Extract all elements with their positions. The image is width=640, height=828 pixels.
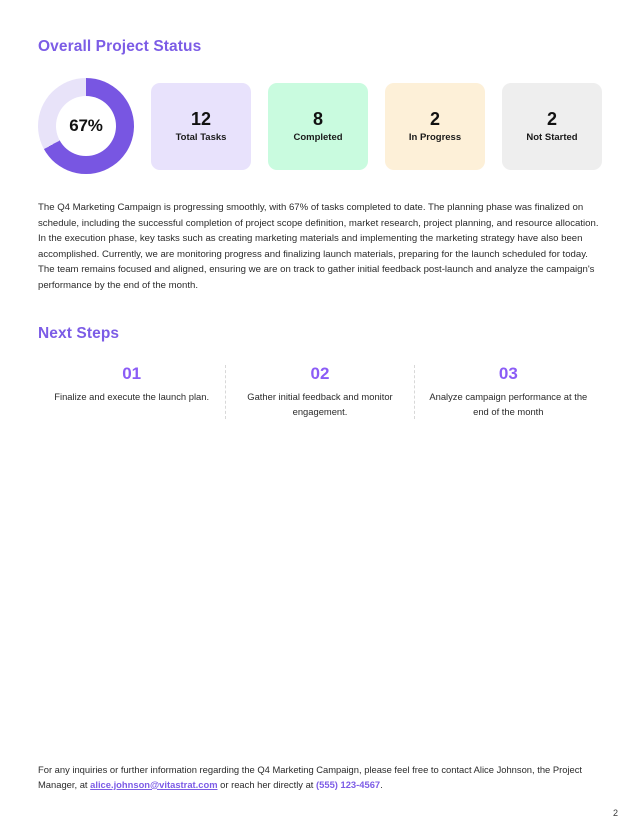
stat-card-list: 12 Total Tasks 8 Completed 2 In Progress… — [151, 82, 602, 170]
overall-status-section-header: Overall Project Status — [38, 0, 602, 56]
step-number: 03 — [498, 363, 518, 383]
donut-percent-label: 67% — [69, 116, 103, 135]
next-steps-list: 01 Finalize and execute the launch plan.… — [38, 363, 602, 419]
contact-phone-link[interactable]: (555) 123-4567 — [316, 779, 380, 790]
stat-card-not-started: 2 Not Started — [502, 82, 602, 170]
footer-text-after: . — [380, 778, 383, 790]
stat-value: 2 — [429, 108, 440, 129]
next-step-item: 01 Finalize and execute the launch plan. — [38, 363, 225, 419]
step-number: 01 — [122, 363, 142, 383]
next-step-item: 02 Gather initial feedback and monitor e… — [225, 363, 413, 419]
donut-center: 67% — [56, 96, 116, 156]
page-title: Overall Project Status — [38, 38, 202, 55]
stat-card-completed: 8 Completed — [268, 82, 368, 170]
footer-text-between: or reach her directly at — [217, 778, 317, 790]
contact-email-link[interactable]: alice.johnson@vitastrat.com — [90, 779, 217, 790]
next-steps-title: Next Steps — [38, 324, 120, 342]
step-description: Analyze campaign performance at the end … — [429, 391, 588, 417]
step-description: Finalize and execute the launch plan. — [54, 391, 210, 403]
stat-value: 2 — [546, 108, 557, 129]
contact-footer: For any inquiries or further information… — [38, 762, 602, 792]
step-description: Gather initial feedback and monitor enga… — [247, 391, 393, 417]
status-summary-paragraph: The Q4 Marketing Campaign is progressing… — [38, 202, 599, 291]
page-number: 2 — [612, 808, 618, 818]
stat-card-in-progress: 2 In Progress — [385, 82, 485, 170]
stat-label: Total Tasks — [175, 131, 227, 143]
stat-label: Not Started — [526, 131, 578, 143]
stat-value: 8 — [312, 108, 323, 129]
step-number: 02 — [310, 363, 330, 383]
status-summary-row: 67% 12 Total Tasks 8 Completed 2 In Prog… — [38, 78, 602, 174]
stat-label: Completed — [293, 131, 343, 143]
stat-value: 12 — [190, 108, 212, 129]
next-steps-section-header: Next Steps — [38, 303, 602, 343]
stat-label: In Progress — [408, 131, 462, 143]
next-step-item: 03 Analyze campaign performance at the e… — [413, 363, 602, 419]
report-page: Overall Project Status 67% 12 Total Task… — [0, 0, 640, 828]
progress-donut-chart: 67% — [38, 78, 134, 174]
stat-card-total-tasks: 12 Total Tasks — [151, 82, 251, 170]
